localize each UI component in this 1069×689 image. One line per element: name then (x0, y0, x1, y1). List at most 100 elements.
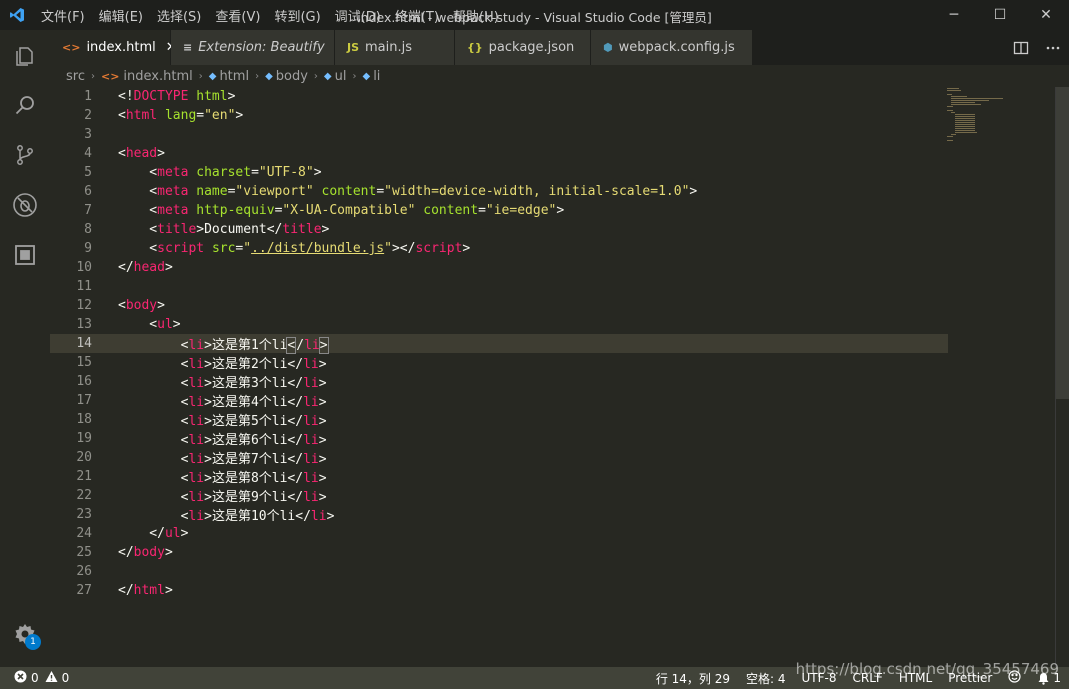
code-line[interactable]: 22 <li>这是第9个li</li> (50, 486, 948, 505)
code-line[interactable]: 1 <!DOCTYPE html> (50, 87, 948, 106)
element-icon: ◆ (208, 70, 217, 82)
li-text: 这是第2个li (211, 357, 288, 372)
minimap[interactable] (947, 87, 1007, 147)
current-code-line[interactable]: 14 <li>这是第1个li</li> (50, 334, 948, 354)
chevron-right-icon: › (255, 70, 260, 82)
tag-name: li (303, 471, 319, 486)
attr-name: charset (196, 165, 252, 180)
code-line[interactable]: 24 </ul> (50, 524, 948, 543)
code-line[interactable]: 23 <li>这是第10个li</li> (50, 505, 948, 524)
split-editor-icon[interactable] (1005, 40, 1037, 56)
line-number: 22 (76, 488, 92, 503)
code-editor[interactable]: 1 <!DOCTYPE html> 2 <html lang="en"> 3 4… (50, 87, 1055, 667)
tab-main-js[interactable]: JS main.js (335, 30, 455, 65)
extensions-icon[interactable] (0, 230, 50, 280)
maximize-button[interactable]: ☐ (977, 0, 1023, 30)
menu-edit[interactable]: 编辑(E) (92, 6, 150, 25)
code-line[interactable]: 21 <li>这是第8个li</li> (50, 467, 948, 486)
code-line[interactable]: 13 <ul> (50, 315, 948, 334)
more-actions-icon[interactable] (1037, 40, 1069, 56)
src-link[interactable]: ../dist/bundle.js (251, 241, 384, 256)
debug-icon[interactable] (0, 180, 50, 230)
code-line[interactable]: 9 <script src="../dist/bundle.js"></scri… (50, 239, 948, 258)
tag-name: li (303, 376, 319, 391)
code-line[interactable]: 15 <li>这是第2个li</li> (50, 353, 948, 372)
menu-debug[interactable]: 调试(D) (328, 6, 388, 25)
tag-name: meta (157, 203, 189, 218)
indentation[interactable]: 空格: 4 (738, 670, 794, 687)
minimize-button[interactable]: ─ (931, 0, 977, 30)
breadcrumb-body[interactable]: body (276, 69, 308, 84)
settings-gear-icon[interactable]: 1 (0, 617, 50, 651)
menu-terminal[interactable]: 终端(T) (388, 6, 446, 25)
code-line[interactable]: 3 (50, 125, 948, 144)
line-number: 1 (84, 89, 92, 104)
menu-selection[interactable]: 选择(S) (150, 6, 208, 25)
code-line[interactable]: 26 (50, 562, 948, 581)
code-line[interactable]: 27 </html> (50, 581, 948, 600)
chevron-right-icon: › (313, 70, 318, 82)
source-control-icon[interactable] (0, 130, 50, 180)
code-line[interactable]: 17 <li>这是第4个li</li> (50, 391, 948, 410)
vertical-scrollbar[interactable] (1055, 87, 1069, 667)
code-line[interactable]: 11 (50, 277, 948, 296)
line-number: 11 (76, 279, 92, 294)
code-line[interactable]: 5 <meta charset="UTF-8"> (50, 163, 948, 182)
code-line[interactable]: 4 <head> (50, 144, 948, 163)
code-line[interactable]: 19 <li>这是第6个li</li> (50, 429, 948, 448)
code-line[interactable]: 18 <li>这是第5个li</li> (50, 410, 948, 429)
editor-tabs: <> index.html ✕ ≡ Extension: Beautify JS… (50, 30, 1069, 65)
code-line[interactable]: 12 <body> (50, 296, 948, 315)
tag-name: li (303, 490, 319, 505)
problems-indicator[interactable]: 0 0 (0, 670, 69, 686)
code-line[interactable]: 2 <html lang="en"> (50, 106, 948, 125)
code-line[interactable]: 25 </body> (50, 543, 948, 562)
tab-package-json[interactable]: {} package.json (455, 30, 591, 65)
attr-value: "UTF-8" (258, 165, 314, 180)
tag-name: li (188, 376, 205, 391)
li-text: 这是第4个li (211, 395, 288, 410)
breadcrumb-file[interactable]: index.html (123, 69, 192, 84)
cursor-position[interactable]: 行 14，列 29 (648, 670, 738, 687)
code-line[interactable]: 16 <li>这是第3个li</li> (50, 372, 948, 391)
tag-name: head (125, 146, 158, 161)
breadcrumb-ul[interactable]: ul (335, 69, 347, 84)
vscode-logo-icon (0, 0, 34, 30)
search-icon[interactable] (0, 80, 50, 130)
explorer-icon[interactable] (0, 30, 50, 80)
code-line[interactable]: 6 <meta name="viewport" content="width=d… (50, 182, 948, 201)
line-number: 3 (84, 127, 92, 142)
line-number: 8 (84, 222, 92, 237)
close-window-button[interactable]: ✕ (1023, 0, 1069, 30)
code-line[interactable]: 7 <meta http-equiv="X-UA-Compatible" con… (50, 201, 948, 220)
tag-name: title (282, 222, 322, 237)
tag-name: li (188, 433, 205, 448)
menu-file[interactable]: 文件(F) (34, 6, 92, 25)
menu-go[interactable]: 转到(G) (267, 6, 327, 25)
line-number: 12 (76, 298, 92, 313)
tab-extension-beautify[interactable]: ≡ Extension: Beautify (171, 30, 335, 65)
line-number: 27 (76, 583, 92, 598)
li-text: 这是第1个li (211, 338, 288, 353)
line-number: 18 (76, 412, 92, 427)
menu-help[interactable]: 帮助(H) (446, 6, 506, 25)
attr-value: "en" (204, 108, 236, 123)
menu-bar: 文件(F) 编辑(E) 选择(S) 查看(V) 转到(G) 调试(D) 终端(T… (34, 0, 506, 30)
code-line[interactable]: 8 <title>Document</title> (50, 220, 948, 239)
attr-name: content (321, 184, 377, 199)
scrollbar-thumb[interactable] (1056, 87, 1069, 399)
code-line[interactable]: 20 <li>这是第7个li</li> (50, 448, 948, 467)
code-line[interactable]: 10 </head> (50, 258, 948, 277)
tab-webpack-config[interactable]: ⬢ webpack.config.js (591, 30, 753, 65)
breadcrumb-html[interactable]: html (219, 69, 249, 84)
menu-view[interactable]: 查看(V) (208, 6, 267, 25)
tag-name: li (303, 357, 319, 372)
breadcrumb-src[interactable]: src (66, 69, 85, 84)
line-number: 6 (84, 184, 92, 199)
activity-bar: 1 (0, 30, 50, 667)
warning-icon (45, 670, 58, 686)
html-file-icon: <> (62, 41, 81, 54)
tab-index-html[interactable]: <> index.html ✕ (50, 30, 177, 65)
breadcrumb-li[interactable]: li (373, 69, 380, 84)
line-number: 13 (76, 317, 92, 332)
